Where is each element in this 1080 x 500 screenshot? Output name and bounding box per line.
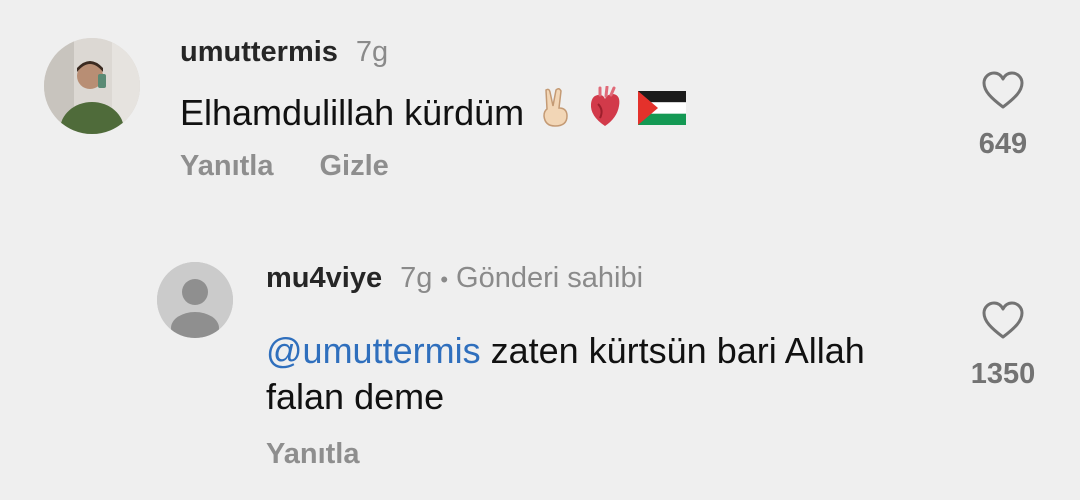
comment-text: @umuttermis zaten kürtsün bari Allah fal… (266, 328, 946, 420)
heart-icon[interactable] (981, 300, 1025, 340)
like-control: 649 (953, 70, 1053, 161)
separator-dot: • (440, 267, 449, 292)
like-count: 1350 (970, 358, 1036, 390)
comment-actions: Yanıtla Gizle (180, 150, 435, 183)
reply-item: mu4viye 7g • Gönderi sahibi @umuttermis … (0, 240, 1080, 500)
reply-button[interactable]: Yanıtla (180, 150, 274, 183)
comment-header: umuttermis 7g (180, 36, 388, 69)
reply-button[interactable]: Yanıtla (266, 438, 360, 471)
palestine-flag-icon (638, 90, 687, 136)
mention-link[interactable]: @umuttermis (266, 330, 481, 371)
comment-actions: Yanıtla (266, 438, 406, 471)
comment-text: Elhamdulillah kürdüm (180, 85, 687, 139)
default-avatar-icon (157, 262, 233, 338)
avatar-photo (44, 38, 140, 134)
username[interactable]: mu4viye (266, 262, 382, 295)
comment-item: umuttermis 7g Elhamdulillah kürdüm Yanıt… (0, 0, 1080, 220)
comment-header: mu4viye 7g • Gönderi sahibi (266, 262, 643, 295)
heart-icon[interactable] (981, 70, 1025, 110)
username[interactable]: umuttermis (180, 36, 338, 69)
timestamp: 7g (355, 36, 389, 68)
like-count: 649 (978, 128, 1028, 160)
hide-button[interactable]: Gizle (320, 150, 389, 183)
avatar[interactable] (157, 262, 233, 338)
comment-body: Elhamdulillah kürdüm (180, 91, 525, 133)
timestamp: 7g (400, 262, 433, 294)
like-control: 1350 (953, 300, 1053, 391)
victory-hand-icon (538, 86, 572, 139)
post-owner-badge: Gönderi sahibi (456, 262, 644, 294)
avatar[interactable] (44, 38, 140, 134)
anatomical-heart-icon (586, 85, 624, 139)
